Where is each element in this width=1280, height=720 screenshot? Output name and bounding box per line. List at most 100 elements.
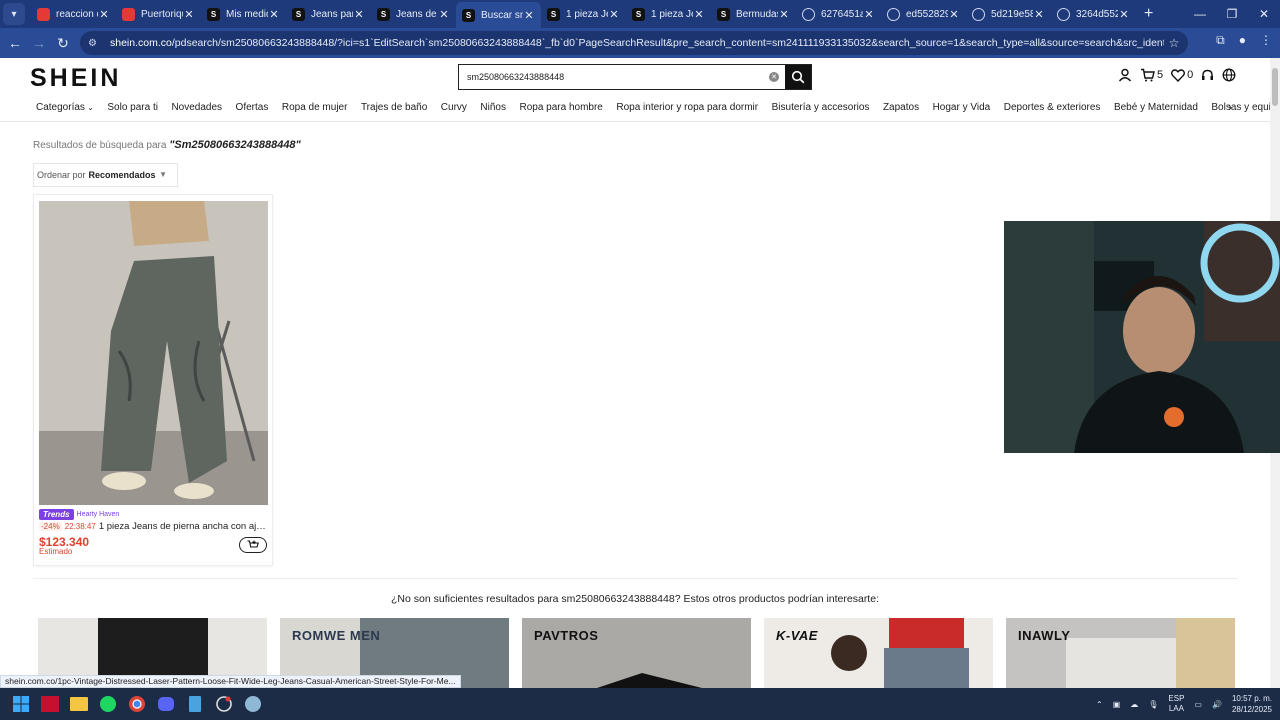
tab-close-icon[interactable]: ✕ bbox=[1033, 8, 1045, 21]
browser-tab[interactable]: 3264d552 ✕ bbox=[1051, 2, 1136, 26]
store-name[interactable]: Hearty Haven bbox=[77, 511, 120, 518]
tab-close-icon[interactable]: ✕ bbox=[863, 8, 875, 21]
category-link[interactable]: Ropa de mujer bbox=[282, 102, 348, 113]
spotify-icon[interactable] bbox=[93, 688, 122, 720]
bookmark-star-icon[interactable]: ☆ bbox=[1164, 36, 1184, 50]
tab-close-icon[interactable]: ✕ bbox=[353, 8, 365, 21]
file-explorer-icon[interactable] bbox=[64, 688, 93, 720]
browser-tab[interactable]: S Buscar sm✕ bbox=[456, 2, 541, 28]
category-link[interactable]: Curvy bbox=[441, 102, 467, 113]
discount-badge: -24% bbox=[39, 522, 62, 531]
browser-tab[interactable]: reaccion d ✕ bbox=[31, 2, 116, 26]
browser-tab[interactable]: 5d219e58 ✕ bbox=[966, 2, 1051, 26]
browser-menu-icon[interactable]: ⋮ bbox=[1260, 33, 1272, 48]
volume-icon[interactable]: 🔊 bbox=[1212, 700, 1222, 709]
category-link[interactable]: Bebé y Maternidad bbox=[1114, 102, 1198, 113]
network-icon[interactable]: ☁ bbox=[1130, 700, 1138, 709]
mic-icon[interactable]: 🎙 bbox=[1148, 700, 1158, 709]
clear-search-icon[interactable]: ✕ bbox=[763, 65, 785, 89]
wishlist-icon[interactable]: 0 bbox=[1171, 68, 1193, 82]
forward-icon[interactable]: → bbox=[27, 35, 51, 51]
system-tray: ⌃ ▣ ☁ 🎙 ESP LAA ▭ 🔊 10:57 p. m. 28/12/20… bbox=[1096, 688, 1272, 720]
tab-label: 6276451a bbox=[821, 8, 863, 20]
suggested-product[interactable]: K-VAE bbox=[764, 618, 993, 688]
category-link[interactable]: Zapatos bbox=[883, 102, 919, 113]
browser-tab[interactable]: S Mis medid ✕ bbox=[201, 2, 286, 26]
category-link[interactable]: Niños bbox=[480, 102, 506, 113]
address-bar[interactable]: ⚙ shein.com.co/pdsearch/sm25080663243888… bbox=[80, 31, 1188, 55]
category-link[interactable]: Deportes & exteriores bbox=[1004, 102, 1101, 113]
search-button[interactable] bbox=[785, 65, 811, 89]
windows-taskbar: ⌃ ▣ ☁ 🎙 ESP LAA ▭ 🔊 10:57 p. m. 28/12/20… bbox=[0, 688, 1280, 720]
new-tab-button[interactable]: + bbox=[1144, 5, 1153, 23]
shein-favicon-icon: S bbox=[717, 7, 730, 21]
reload-icon[interactable]: ↻ bbox=[51, 35, 75, 52]
tab-close-icon[interactable]: ✕ bbox=[778, 8, 790, 21]
suggested-product[interactable]: PAVTROS bbox=[522, 618, 751, 688]
product-image[interactable] bbox=[39, 201, 268, 505]
category-link[interactable]: Ropa interior y ropa para dormir bbox=[616, 102, 758, 113]
add-to-cart-button[interactable] bbox=[239, 537, 267, 553]
support-headset-icon[interactable] bbox=[1201, 69, 1214, 82]
tab-search-menu-button[interactable]: ▾ bbox=[3, 3, 25, 25]
obs-icon[interactable] bbox=[209, 688, 238, 720]
notes-app-icon[interactable] bbox=[180, 688, 209, 720]
globe-favicon-icon bbox=[1057, 7, 1070, 21]
tab-close-icon[interactable]: ✕ bbox=[268, 8, 280, 21]
minimize-icon[interactable]: — bbox=[1184, 7, 1216, 21]
suggested-brand: K-VAE bbox=[776, 628, 818, 643]
category-next-chevron-icon[interactable]: › bbox=[1228, 100, 1232, 114]
app-taskbar-icon[interactable] bbox=[35, 688, 64, 720]
browser-tab[interactable]: ed552829 ✕ bbox=[881, 2, 966, 26]
browser-tab[interactable]: Puertoriqu ✕ bbox=[116, 2, 201, 26]
sort-dropdown[interactable]: Ordenar por Recomendados ▼ bbox=[33, 163, 178, 187]
category-link[interactable]: Hogar y Vida bbox=[933, 102, 991, 113]
discord-icon[interactable] bbox=[151, 688, 180, 720]
windows-start-icon[interactable] bbox=[6, 688, 35, 720]
category-link[interactable]: Trajes de baño bbox=[361, 102, 427, 113]
tab-label: 3264d552 bbox=[1076, 8, 1118, 20]
globe-icon[interactable] bbox=[1222, 68, 1236, 82]
tray-app-icon[interactable]: ▣ bbox=[1113, 700, 1121, 709]
browser-tab[interactable]: S 1 pieza Jea✕ bbox=[626, 2, 711, 26]
category-link[interactable]: Solo para ti bbox=[107, 102, 158, 113]
scrollbar-thumb[interactable] bbox=[1272, 68, 1278, 106]
browser-tab[interactable]: S Jeans para✕ bbox=[286, 2, 371, 26]
site-info-icon[interactable]: ⚙ bbox=[88, 38, 102, 49]
tab-close-icon[interactable]: ✕ bbox=[438, 8, 450, 21]
product-title[interactable]: 1 pieza Jeans de pierna ancha con aju... bbox=[99, 521, 269, 532]
shein-logo[interactable]: SHEIN bbox=[30, 64, 121, 93]
tab-close-icon[interactable]: ✕ bbox=[183, 8, 195, 21]
suggested-product[interactable]: INAWLY bbox=[1006, 618, 1235, 688]
tab-close-icon[interactable]: ✕ bbox=[98, 8, 110, 21]
browser-tab[interactable]: S Bermudas ✕ bbox=[711, 2, 796, 26]
account-icon[interactable] bbox=[1118, 68, 1132, 82]
search-input[interactable] bbox=[459, 65, 763, 89]
tab-close-icon[interactable]: ✕ bbox=[693, 8, 705, 21]
tray-chevron-icon[interactable]: ⌃ bbox=[1096, 700, 1103, 709]
cart-icon[interactable]: 5 bbox=[1140, 68, 1163, 82]
tab-close-icon[interactable]: ✕ bbox=[1118, 8, 1130, 21]
chrome-icon[interactable] bbox=[122, 688, 151, 720]
language-indicator[interactable]: ESP LAA bbox=[1168, 694, 1184, 714]
tab-close-icon[interactable]: ✕ bbox=[948, 8, 960, 21]
category-link[interactable]: Ropa para hombre bbox=[519, 102, 602, 113]
extensions-icon[interactable]: ⧉ bbox=[1216, 33, 1225, 48]
browser-tab[interactable]: S 1 pieza Jea✕ bbox=[541, 2, 626, 26]
category-link[interactable]: Ofertas bbox=[236, 102, 269, 113]
display-icon[interactable]: ▭ bbox=[1194, 700, 1202, 709]
browser-tab[interactable]: S Jeans de m✕ bbox=[371, 2, 456, 26]
tab-close-icon[interactable]: ✕ bbox=[523, 9, 535, 22]
clock[interactable]: 10:57 p. m. 28/12/2025 bbox=[1232, 693, 1272, 715]
back-icon[interactable]: ← bbox=[3, 35, 27, 51]
product-card[interactable]: Trends Hearty Haven -24% 22:38:47 1 piez… bbox=[33, 194, 273, 566]
category-link[interactable]: Categorías ⌄ bbox=[36, 102, 94, 113]
tab-close-icon[interactable]: ✕ bbox=[608, 8, 620, 21]
restore-icon[interactable]: ❐ bbox=[1216, 7, 1248, 21]
profile-avatar[interactable]: ● bbox=[1239, 33, 1246, 48]
steam-icon[interactable] bbox=[238, 688, 267, 720]
close-window-icon[interactable]: ✕ bbox=[1248, 7, 1280, 21]
browser-tab[interactable]: 6276451a ✕ bbox=[796, 2, 881, 26]
category-link[interactable]: Bisutería y accesorios bbox=[772, 102, 870, 113]
category-link[interactable]: Novedades bbox=[171, 102, 222, 113]
